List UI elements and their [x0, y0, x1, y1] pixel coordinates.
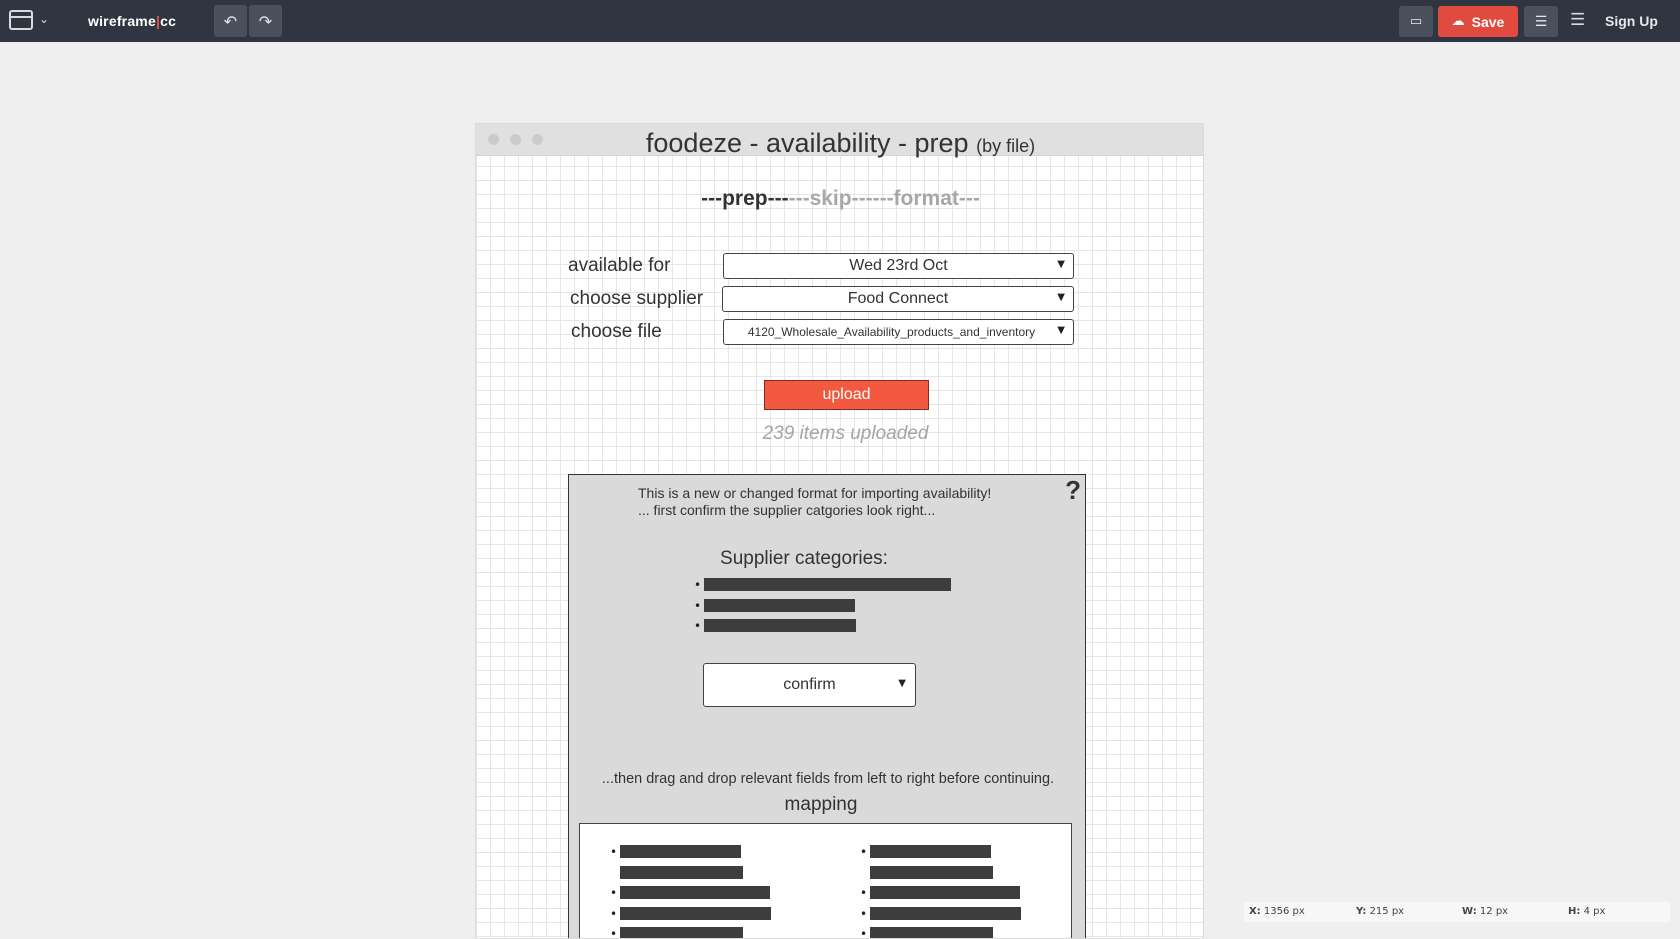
step-format[interactable]: ---format--- [873, 187, 980, 210]
comment-button[interactable]: ▭ [1399, 6, 1433, 37]
page-title: foodeze - availability - prep (by file) [645, 128, 1036, 158]
bullet-icon: • [694, 619, 702, 633]
bullet-icon: • [610, 906, 618, 921]
supplier-label: choose supplier [570, 288, 704, 309]
drag-instructions: ...then drag and drop relevant fields fr… [601, 771, 1055, 787]
cloud-upload-icon: ☁ [1451, 14, 1465, 29]
page-subtitle: (by file) [976, 136, 1036, 156]
wireframe-window[interactable]: foodeze - availability - prep (by file) … [475, 123, 1204, 939]
redo-button[interactable]: ↷ [249, 5, 282, 37]
confirm-select[interactable]: confirm ▼ [703, 663, 916, 707]
save-label: Save [1471, 13, 1505, 30]
redacted-text [620, 886, 770, 899]
notice-line: This is a new or changed format for impo… [638, 485, 992, 501]
history-group: ↶ ↷ [214, 5, 284, 37]
redacted-text [870, 865, 993, 879]
format-notice: This is a new or changed format for impo… [638, 485, 991, 519]
dropdown-arrow-icon: ▼ [1057, 292, 1065, 303]
window-header: foodeze - availability - prep (by file) [476, 124, 1203, 158]
notice-line: ... first confirm the supplier catgories… [638, 502, 936, 518]
step-indicator: ---prep------skip------format--- [476, 187, 1203, 211]
categories-title: Supplier categories: [720, 548, 888, 569]
y-readout: Y: 215 px [1356, 906, 1405, 917]
dropdown-arrow-icon: ▼ [1057, 325, 1065, 336]
undo-icon: ↶ [223, 11, 238, 31]
redo-icon: ↷ [258, 11, 273, 31]
mapping-title: mapping [784, 794, 858, 815]
redacted-text [620, 906, 771, 920]
coordinates-status-bar: X: 1356 px Y: 215 px W: 12 px H: 4 px [1244, 902, 1670, 922]
save-button[interactable]: ☁ Save [1438, 6, 1518, 37]
redacted-text [704, 619, 856, 632]
bullet-icon: • [694, 578, 702, 592]
bullet-icon: • [694, 598, 702, 613]
available-for-label: available for [568, 255, 671, 276]
dropdown-arrow-icon: ▼ [898, 678, 906, 689]
h-readout: H: 4 px [1568, 906, 1606, 917]
available-for-select[interactable]: Wed 23rd Oct ▼ [723, 253, 1074, 279]
chevron-down-icon[interactable]: ⌄ [39, 12, 49, 26]
bullet-icon: • [860, 906, 868, 921]
bullet-icon: • [610, 845, 618, 859]
redacted-text [870, 906, 1021, 920]
upload-button[interactable]: upload [764, 380, 929, 410]
file-label: choose file [571, 321, 662, 342]
supplier-select[interactable]: Food Connect ▼ [722, 286, 1074, 312]
mapping-box: • • • • • • • • [579, 823, 1072, 939]
redacted-text [704, 578, 951, 591]
comment-icon: ▭ [1409, 14, 1423, 29]
adjust-button[interactable]: ☰ [1524, 6, 1558, 37]
menu-icon[interactable]: ☰ [1570, 10, 1585, 30]
bullet-icon: • [860, 845, 868, 859]
file-value: 4120_Wholesale_Availability_products_and… [747, 325, 1036, 339]
file-select[interactable]: 4120_Wholesale_Availability_products_and… [723, 319, 1074, 345]
window-icon[interactable] [9, 10, 33, 30]
x-readout: X: 1356 px [1249, 906, 1305, 917]
redacted-text [620, 927, 743, 938]
upload-status: 239 items uploaded [762, 423, 929, 444]
bullet-icon: • [860, 927, 868, 939]
confirm-value: confirm [783, 676, 836, 693]
step-skip[interactable]: ---skip--- [789, 187, 873, 210]
bullet-icon: • [610, 886, 618, 900]
help-icon[interactable]: ? [1065, 475, 1081, 506]
available-for-value: Wed 23rd Oct [849, 257, 948, 274]
redacted-text [620, 865, 743, 879]
brand-logo[interactable]: wireframe|cc [88, 13, 176, 29]
redacted-text [870, 927, 993, 938]
sign-up-link[interactable]: Sign Up [1605, 13, 1658, 29]
dropdown-arrow-icon: ▼ [1057, 259, 1065, 270]
adjust-icon: ☰ [1534, 13, 1548, 30]
bullet-icon: • [610, 927, 618, 939]
step-prep[interactable]: ---prep--- [701, 187, 788, 210]
redacted-text [620, 845, 741, 858]
undo-button[interactable]: ↶ [214, 5, 247, 37]
redacted-text [704, 598, 855, 612]
top-bar: ⌄ wireframe|cc ↶ ↷ ▭ ☁ Save ☰ ☰ Sign Up [0, 0, 1680, 42]
format-panel: ? This is a new or changed format for im… [568, 474, 1086, 939]
redacted-text [870, 845, 991, 858]
redacted-text [870, 886, 1020, 899]
bullet-icon: • [860, 886, 868, 900]
supplier-value: Food Connect [847, 290, 949, 307]
w-readout: W: 12 px [1462, 906, 1509, 917]
